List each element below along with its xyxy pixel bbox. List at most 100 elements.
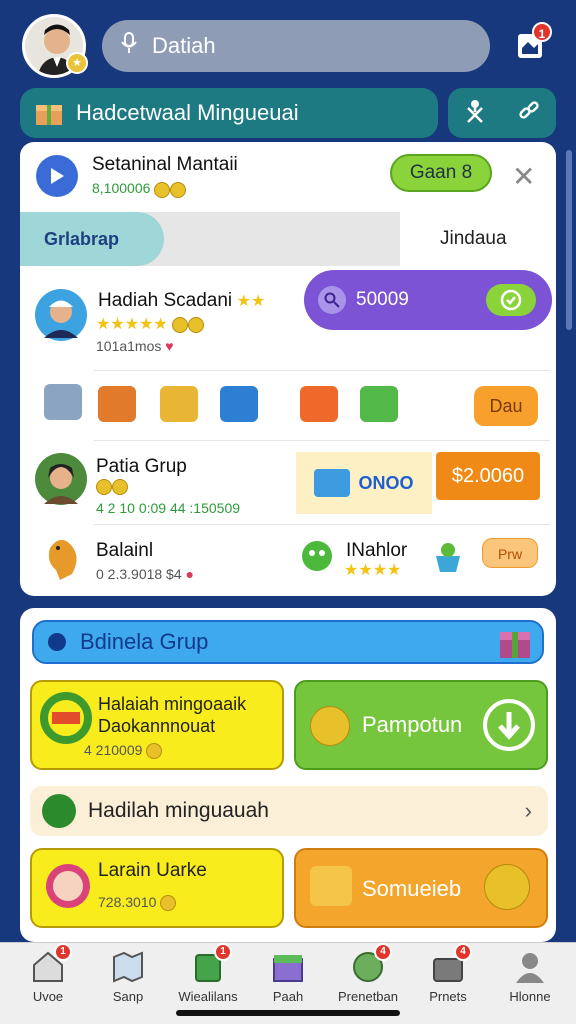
rating-stars: ★★★★★: [96, 314, 205, 334]
tile-title: Halaiah mingoaaik: [98, 694, 247, 714]
row-name: Patia Grup: [96, 456, 187, 477]
search-bar[interactable]: Datiah: [102, 20, 490, 72]
tile-meta: 4 210009: [84, 742, 163, 760]
nav-item-sanp[interactable]: Sanp: [92, 949, 164, 1004]
tab-bar: Grlabrap Jindaua: [20, 212, 556, 266]
list-item[interactable]: Patia Grup 4 2 10 0:09 44 :150509 ONOO $…: [20, 442, 556, 522]
character-icon: [46, 864, 90, 908]
divider: [94, 440, 550, 441]
link-icon[interactable]: [517, 99, 541, 128]
card-subtitle-value: 8,100006: [92, 180, 151, 197]
tile-meta-value: 728.3010: [98, 894, 157, 910]
price-button[interactable]: $2.0060: [436, 452, 540, 500]
nav-badge: 1: [214, 943, 232, 961]
card-icon[interactable]: [360, 386, 398, 422]
tile-title: Larain Uarke: [98, 860, 207, 881]
home-indicator[interactable]: [176, 1010, 400, 1016]
bag-icon[interactable]: [300, 386, 338, 422]
bonus-box-icon: [310, 866, 352, 906]
heart-icon: ♥: [165, 338, 174, 354]
wallet-icon: 1: [190, 943, 232, 983]
nav-badge: 4: [374, 943, 392, 961]
plant-pot-icon: [436, 543, 460, 572]
coin-icon: [146, 743, 163, 760]
download-icon: [483, 699, 535, 751]
task-card: Setaninal Mantaii 8,100006 Gaan 8 ✕ Grla…: [20, 142, 556, 596]
divider: [94, 370, 550, 371]
nav-item-prnets[interactable]: 4 Prnets: [412, 943, 484, 1004]
nav-label: Prnets: [429, 989, 467, 1004]
refresh-coin-icon: [484, 864, 530, 910]
box-icon: [270, 949, 306, 983]
preview-button[interactable]: Prw: [482, 538, 538, 568]
chevron-right-icon: ›: [524, 798, 532, 823]
promo-label: ONOO: [358, 472, 414, 493]
divider: [94, 524, 550, 525]
nav-item-profile[interactable]: Hlonne: [494, 949, 566, 1004]
tab-left[interactable]: Grlabrap: [20, 212, 164, 266]
nav-item-paah[interactable]: Paah: [252, 949, 324, 1004]
reward-tile[interactable]: Larain Uarke 728.3010: [30, 848, 284, 928]
briefcase-icon: 4: [430, 943, 472, 983]
weekly-reward-row[interactable]: Hadilah minguauah ›: [30, 786, 548, 836]
play-icon: [51, 168, 64, 184]
reward-tile[interactable]: Halaiah mingoaaik Daokannnouat 4 210009: [30, 680, 284, 770]
items-row: Dau: [20, 374, 556, 438]
chest-icon[interactable]: [98, 386, 136, 422]
row-meta: 0 2.3.9018 $4 ●: [96, 566, 194, 582]
row-name: Hadiah Scadani: [98, 290, 233, 311]
bird-icon: [48, 539, 77, 580]
nav-item-home[interactable]: 1 Uvoe: [12, 943, 84, 1004]
tile-meta-value: 4 210009: [84, 742, 143, 758]
gift-box-icon: [36, 105, 62, 125]
coin-icon: [170, 181, 187, 198]
star-icon: ★★★★: [344, 562, 402, 579]
close-icon[interactable]: ✕: [512, 160, 535, 193]
action-tile[interactable]: Somueieb: [294, 848, 548, 928]
coin-icon: [310, 706, 350, 746]
banner-tools: [448, 88, 556, 138]
gift-icon: [500, 632, 530, 658]
tab-right[interactable]: Jindaua: [400, 212, 556, 266]
group-card: Bdinela Grup Halaiah mingoaaik Daokannno…: [20, 608, 556, 942]
play-button[interactable]: [36, 155, 78, 197]
toolbox-icon[interactable]: [44, 384, 82, 420]
go-button[interactable]: Gaan 8: [390, 154, 492, 192]
row-coins: [96, 478, 128, 496]
nav-label: Wiealilans: [178, 989, 238, 1004]
dau-button[interactable]: Dau: [474, 386, 538, 426]
claim-tile[interactable]: Pampotun: [294, 680, 548, 770]
inbox-button[interactable]: 1: [514, 22, 552, 62]
user-avatar: [35, 289, 87, 341]
list-item[interactable]: Hadiah Scadani ★★ ★★★★★ 101a1mos ♥: [20, 280, 556, 366]
row-meta: 101a1mos ♥: [96, 338, 174, 354]
nav-item-wealth[interactable]: 1 Wiealilans: [172, 943, 244, 1004]
row-meta: 4 2 10 0:09 44 :150509: [96, 500, 241, 516]
promo-box[interactable]: ONOO: [296, 452, 432, 514]
info-icon: [48, 633, 66, 651]
nav-label: Hlonne: [509, 989, 551, 1004]
weekly-banner[interactable]: Hadcetwaal Mingueuai: [20, 88, 438, 138]
nav-label: Prenetban: [338, 989, 398, 1004]
wreath-icon: [40, 692, 92, 744]
pin-icon[interactable]: [463, 98, 487, 129]
card-subtitle: 8,100006: [92, 180, 238, 198]
list-item[interactable]: Balainl 0 2.3.9018 $4 ● INahlor ★★★★ Prw: [20, 526, 556, 596]
package-icon[interactable]: [220, 386, 258, 422]
row-meta-value: 0 2.3.9018 $4: [96, 566, 182, 582]
nav-item-prenetban[interactable]: 4 Prenetban: [332, 943, 404, 1004]
verified-badge-icon: ★: [66, 52, 88, 74]
map-icon: [110, 949, 146, 983]
microphone-icon[interactable]: [120, 31, 138, 61]
nav-label: Paah: [272, 989, 304, 1004]
scrollbar[interactable]: [566, 150, 572, 330]
person-icon: [512, 949, 548, 983]
ticket-icon: [314, 469, 351, 497]
banner-title: Hadcetwaal Mingueuai: [76, 100, 299, 125]
nav-label: Sanp: [112, 989, 144, 1004]
coin-icon: [96, 478, 112, 495]
treasure-icon[interactable]: [160, 386, 198, 422]
tile-subtitle: Daokannnouat: [98, 716, 216, 736]
weekly-reward-label: Hadilah minguauah: [88, 799, 269, 822]
group-bar[interactable]: Bdinela Grup: [32, 620, 544, 664]
